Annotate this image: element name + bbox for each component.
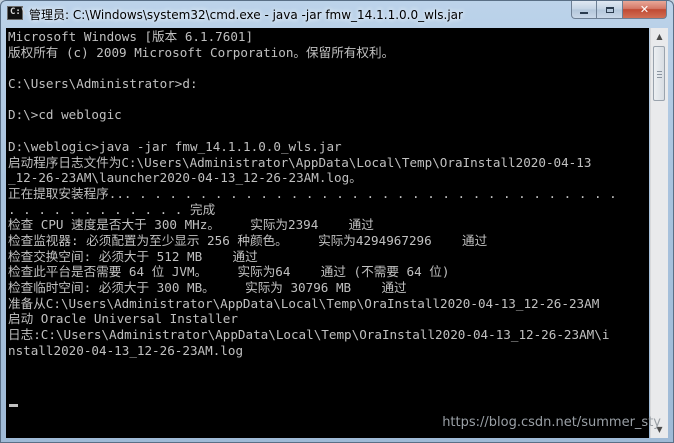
console-line: 检查 CPU 速度是否大于 300 MHz。 实际为2394 通过 (8, 217, 374, 233)
console-line: 检查监视器: 必须配置为至少显示 256 种颜色。 实际为4294967296 … (8, 232, 488, 248)
console-line: nstall2020-04-13_12-26-23AM.log (8, 342, 244, 358)
maximize-icon (605, 6, 614, 13)
text-cursor (9, 404, 18, 407)
console-line: . . . . . . . . . . . . 完成 (8, 201, 216, 217)
console-text: Microsoft Windows [版本 6.1.7601] 版权所有 (c) … (8, 29, 617, 374)
console-line: 检查交换空间: 必须大于 512 MB 通过 (8, 248, 258, 264)
thumb-grip-line (657, 71, 662, 72)
watermark: https://blog.csdn.net/summer_sty (442, 415, 661, 430)
console-line: C:\Users\Administrator>d: (8, 76, 198, 92)
console-line: D:\weblogic>java -jar fmw_14.1.1.0.0_wls… (8, 138, 342, 154)
minimize-button[interactable] (571, 1, 597, 19)
console-line: 版权所有 (c) 2009 Microsoft Corporation。保留所有… (8, 44, 395, 60)
cmd-window: C:\ 管理员: C:\Windows\system32\cmd.exe - j… (0, 0, 674, 443)
maximize-button[interactable] (597, 1, 623, 19)
cmd-icon[interactable]: C:\ (7, 6, 27, 20)
close-icon: ✕ (639, 3, 650, 16)
console-line: 启动 Oracle Universal Installer (8, 311, 238, 327)
console-line: 检查此平台是否需要 64 位 JVM。 实际为64 通过 (不需要 64 位) (8, 264, 450, 280)
console-line: _12-26-23AM\launcher2020-04-13_12-26-23A… (8, 170, 362, 186)
title-bar[interactable]: C:\ 管理员: C:\Windows\system32\cmd.exe - j… (1, 1, 673, 27)
caption-buttons: ✕ (571, 1, 667, 19)
console-line: 检查临时空间: 必须大于 300 MB。 实际为 30796 MB 通过 (8, 280, 407, 295)
close-button[interactable]: ✕ (623, 1, 667, 19)
console-line: 启动程序日志文件为C:\Users\Administrator\AppData\… (8, 154, 592, 170)
scroll-up-arrow-icon: ▲ (656, 32, 663, 41)
scroll-thumb[interactable] (653, 46, 665, 101)
console-output[interactable]: Microsoft Windows [版本 6.1.7601] 版权所有 (c) … (6, 28, 649, 438)
thumb-grip-line (657, 77, 662, 78)
console-line: 正在提取安装程序... . . . . . . . . . . . . . . … (8, 185, 617, 201)
console-line: 准备从C:\Users\Administrator\AppData\Local\… (8, 295, 600, 311)
vertical-scrollbar[interactable]: ▲ ▼ (650, 28, 668, 438)
console-line: D:\>cd weblogic (8, 107, 122, 123)
window-title: 管理员: C:\Windows\system32\cmd.exe - java … (29, 8, 463, 22)
prompt-glyph: C:\ (10, 7, 27, 17)
thumb-grip-line (657, 74, 662, 75)
scroll-up-button[interactable]: ▲ (651, 28, 668, 45)
minimize-icon (580, 11, 588, 14)
console-line: 日志:C:\Users\Administrator\AppData\Local\… (8, 327, 610, 343)
console-line: Microsoft Windows [版本 6.1.7601] (8, 29, 254, 44)
